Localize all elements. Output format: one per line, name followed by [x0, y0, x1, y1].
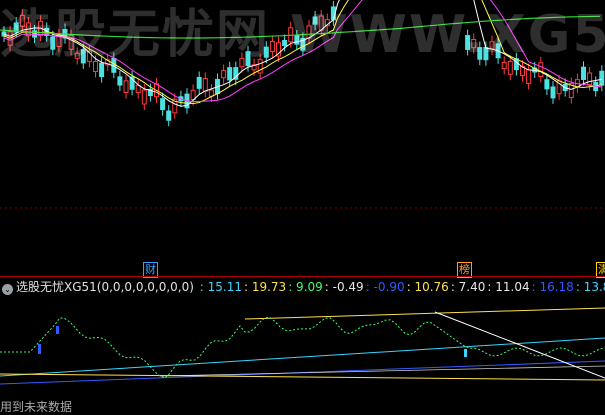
candle [513, 58, 519, 71]
indicator-header: ⌄ 选股无忧XG51(0,0,0,0,0,0,0,0) : 15.11: 19.7… [0, 278, 605, 296]
chevron-down-icon[interactable]: ⌄ [2, 284, 13, 295]
candle [74, 52, 80, 59]
candle [202, 77, 208, 92]
indicator-chart[interactable] [0, 296, 605, 410]
candle [550, 86, 556, 99]
candle [245, 51, 251, 67]
candle [239, 57, 245, 68]
indicator-dashed-line [0, 317, 605, 379]
candle [538, 62, 544, 77]
candle [581, 66, 586, 80]
indicator-value: : -0.49 [324, 280, 364, 294]
candle [19, 14, 25, 27]
candle [282, 39, 288, 47]
candle [465, 35, 471, 50]
candle [99, 62, 105, 78]
candle [166, 110, 172, 121]
indicator-line-rising [0, 337, 605, 377]
indicator-value: : 19.73 [243, 280, 287, 294]
indicator-value: : 10.76 [406, 280, 449, 294]
candle [80, 49, 86, 64]
indicator-bar [38, 344, 41, 354]
candle [471, 38, 477, 49]
price-chart[interactable] [0, 0, 605, 276]
candle [123, 80, 129, 93]
candle [544, 79, 550, 90]
indicator-line-flat2 [159, 365, 605, 377]
candle [221, 70, 227, 79]
candle [599, 70, 605, 86]
indicator-value: : 9.09 [288, 280, 323, 294]
indicator-bar [464, 349, 467, 357]
price-ma-lines [0, 0, 602, 107]
candle [190, 89, 196, 100]
indicator-line-upper [244, 307, 605, 320]
indicator-value: : -0.90 [365, 280, 405, 294]
candle [227, 67, 233, 81]
candle [294, 35, 300, 45]
candle [160, 98, 166, 111]
candle [196, 76, 202, 89]
candle [526, 69, 532, 84]
indicator-line-flat [0, 373, 605, 381]
indicator-value: : 7.40 [450, 280, 486, 294]
candle [263, 46, 269, 58]
indicator-value: : 11.04 [487, 280, 530, 294]
candle [587, 72, 593, 86]
indicator-name[interactable]: 选股无忧XG51(0,0,0,0,0,0,0,0) [16, 280, 194, 294]
candle [489, 41, 495, 50]
candle [93, 60, 98, 72]
candle [269, 40, 275, 52]
indicator-bar [56, 326, 59, 334]
candle [306, 25, 312, 39]
footer-text: 用到未来数据 [0, 400, 73, 414]
candle [477, 47, 483, 60]
candle [50, 36, 56, 50]
candle [501, 61, 507, 70]
ma60-line [0, 15, 601, 39]
indicator-value: : 16.18 [531, 280, 574, 294]
candle [483, 46, 489, 61]
candle [318, 15, 324, 31]
pane-divider [0, 276, 605, 277]
candle [141, 89, 147, 105]
candle [312, 16, 318, 25]
indicator-value: : 15.11 [199, 280, 242, 294]
indicator-value: : 13.88 [575, 280, 605, 294]
candle [117, 76, 123, 86]
candle [208, 89, 214, 97]
candle [135, 84, 141, 94]
indicator-values: : 15.11: 19.73: 9.09: -0.49: -0.90: 10.7… [198, 280, 605, 294]
candle [507, 60, 513, 75]
